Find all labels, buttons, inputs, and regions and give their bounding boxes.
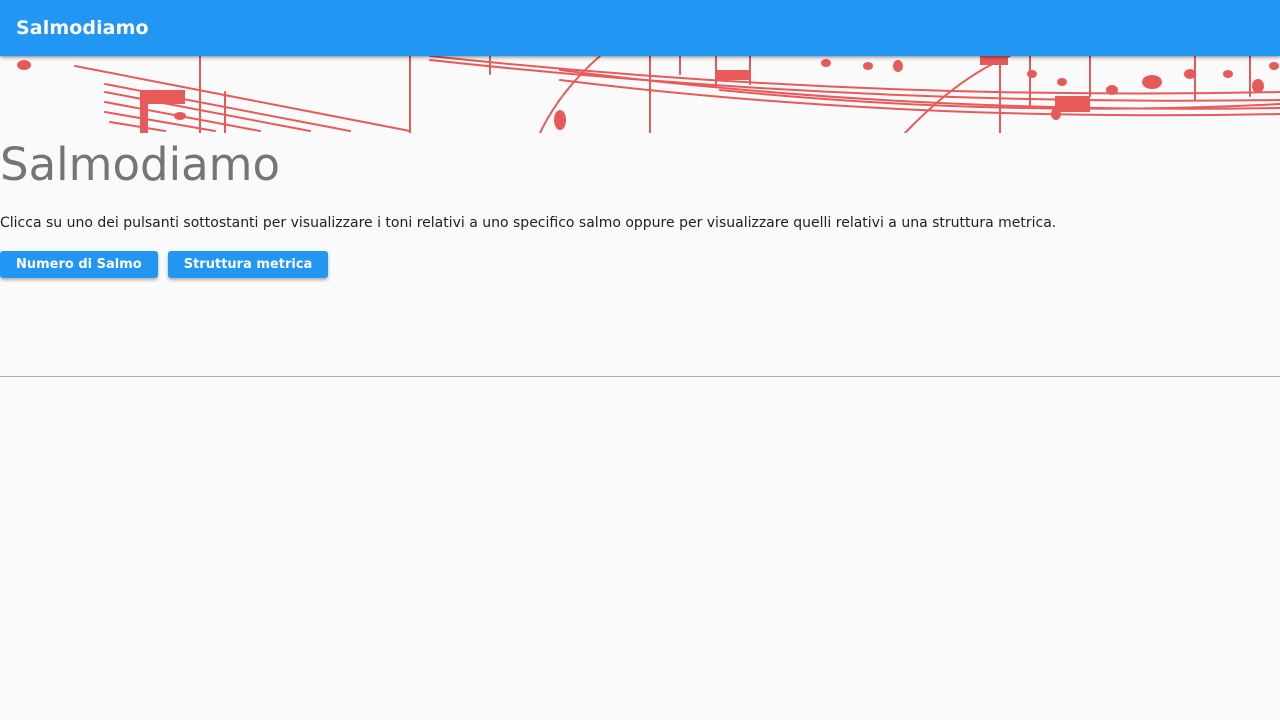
page-title: Salmodiamo xyxy=(0,138,281,191)
app-title: Salmodiamo xyxy=(16,17,149,39)
music-score-illustration xyxy=(17,56,1280,133)
psalm-number-button[interactable]: Numero di Salmo xyxy=(0,251,158,278)
metric-structure-button[interactable]: Struttura metrica xyxy=(167,251,329,278)
action-buttons: Numero di Salmo Struttura metrica xyxy=(0,251,329,278)
app-bar: Salmodiamo xyxy=(0,0,1280,56)
page-description: Clicca su uno dei pulsanti sottostanti p… xyxy=(0,215,1057,231)
music-score-banner xyxy=(0,56,1280,133)
section-divider xyxy=(0,376,1280,377)
